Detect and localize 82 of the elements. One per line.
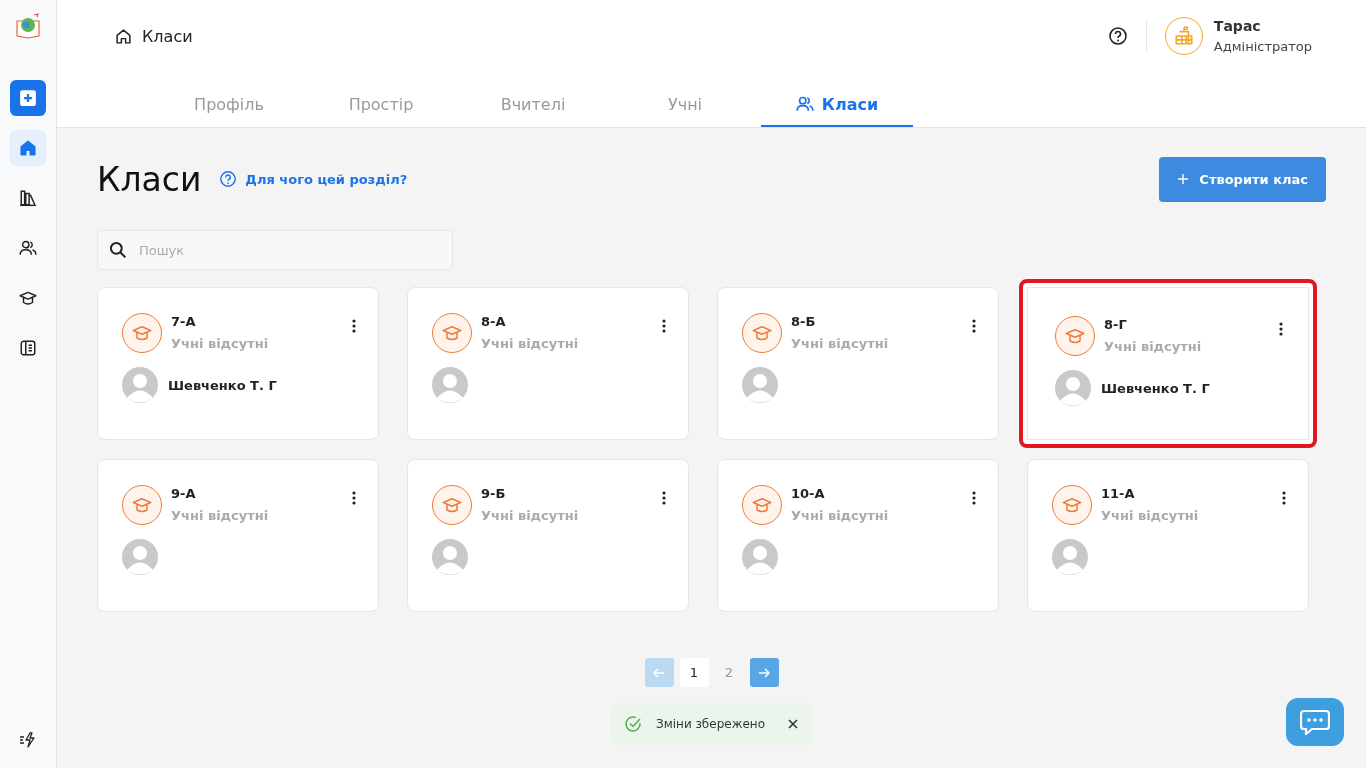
more-icon[interactable] — [662, 319, 666, 333]
help-icon — [219, 170, 238, 188]
add-button[interactable] — [10, 80, 46, 116]
students-status: Учні відсутні — [1101, 508, 1200, 523]
class-name: 8-Г — [1104, 317, 1128, 332]
graduation-cap-icon — [752, 495, 772, 515]
user-avatar-icon — [742, 367, 778, 403]
class-name: 11-А — [1101, 486, 1136, 501]
class-card[interactable]: 10-А Учні відсутні — [717, 459, 999, 612]
more-icon[interactable] — [352, 491, 356, 505]
class-name: 9-А — [171, 486, 197, 501]
class-card[interactable]: 7-А Учні відсутні Шевченко Т. Г — [97, 287, 379, 440]
people-icon — [19, 239, 37, 257]
class-card[interactable]: 8-А Учні відсутні — [407, 287, 689, 440]
class-name: 10-А — [791, 486, 826, 501]
graduation-cap-icon — [132, 323, 152, 343]
home-icon — [19, 139, 37, 157]
user-avatar-icon — [1055, 370, 1091, 406]
graduation-cap-icon — [1065, 326, 1085, 346]
arrow-right-icon — [757, 665, 771, 680]
students-status: Учні відсутні — [791, 508, 890, 523]
books-icon — [19, 189, 37, 207]
help-icon[interactable] — [1107, 26, 1128, 46]
chat-bubble-icon — [1300, 709, 1330, 735]
students-status: Учні відсутні — [481, 508, 580, 523]
graduation-cap-icon — [442, 495, 462, 515]
tab[interactable]: Класи — [761, 83, 913, 127]
home-icon[interactable] — [115, 27, 132, 45]
class-name: 8-Б — [791, 314, 817, 329]
graduation-cap-icon — [1062, 495, 1082, 515]
more-icon[interactable] — [972, 491, 976, 505]
graduation-cap-icon — [442, 323, 462, 343]
search-field[interactable]: Пошук — [97, 230, 453, 270]
school-building-icon — [1172, 25, 1195, 47]
class-card[interactable]: 8-Б Учні відсутні — [717, 287, 999, 440]
close-icon[interactable] — [787, 718, 800, 730]
page-title: Класи — [97, 159, 202, 199]
user-avatar-icon — [122, 539, 158, 575]
students-status: Учні відсутні — [481, 336, 580, 351]
students-status: Учні відсутні — [171, 336, 270, 351]
chat-button[interactable] — [1286, 698, 1344, 746]
people-icon — [795, 95, 814, 113]
graduation-cap-icon — [132, 495, 152, 515]
students-status: Учні відсутні — [1104, 339, 1203, 354]
user-avatar-icon — [432, 539, 468, 575]
check-circle-icon — [623, 715, 642, 733]
more-icon[interactable] — [662, 491, 666, 505]
create-class-button[interactable]: Створити клас — [1159, 156, 1326, 202]
lightning-icon[interactable] — [19, 732, 37, 748]
students-status: Учні відсутні — [171, 508, 270, 523]
search-icon — [109, 241, 127, 259]
class-name: 9-Б — [481, 486, 507, 501]
more-icon[interactable] — [1282, 491, 1286, 505]
teacher-name: Шевченко Т. Г — [168, 377, 277, 393]
more-icon[interactable] — [352, 319, 356, 333]
user-role: Адміністратор — [1213, 39, 1312, 54]
user-name: Тарас — [1213, 18, 1262, 34]
graduation-cap-icon — [752, 323, 772, 343]
teacher-name: Шевченко Т. Г — [1101, 380, 1210, 396]
plus-icon — [19, 89, 37, 107]
class-card[interactable]: 8-Г Учні відсутні Шевченко Т. Г — [1019, 279, 1317, 448]
class-card[interactable]: 11-А Учні відсутні — [1027, 459, 1309, 612]
help-link[interactable]: Для чого цей розділ? — [219, 170, 408, 188]
user-avatar-icon — [742, 539, 778, 575]
breadcrumb-title: Класи — [142, 26, 193, 46]
user-avatar-icon — [1052, 539, 1088, 575]
user-avatar-icon — [122, 367, 158, 403]
more-icon[interactable] — [972, 319, 976, 333]
graduation-cap-icon — [19, 289, 37, 307]
plus-icon — [1177, 173, 1190, 185]
user-avatar-icon — [432, 367, 468, 403]
arrow-left-icon — [652, 665, 666, 680]
class-name: 7-А — [171, 314, 197, 329]
class-card[interactable]: 9-А Учні відсутні — [97, 459, 379, 612]
students-status: Учні відсутні — [791, 336, 890, 351]
class-card[interactable]: 9-Б Учні відсутні — [407, 459, 689, 612]
journal-icon — [19, 339, 37, 357]
more-icon[interactable] — [1279, 322, 1283, 336]
class-name: 8-А — [481, 314, 507, 329]
globe-book-logo-icon[interactable] — [14, 12, 42, 40]
toast-message: Зміни збережено — [655, 717, 766, 731]
page-button[interactable]: 1 — [679, 658, 709, 687]
